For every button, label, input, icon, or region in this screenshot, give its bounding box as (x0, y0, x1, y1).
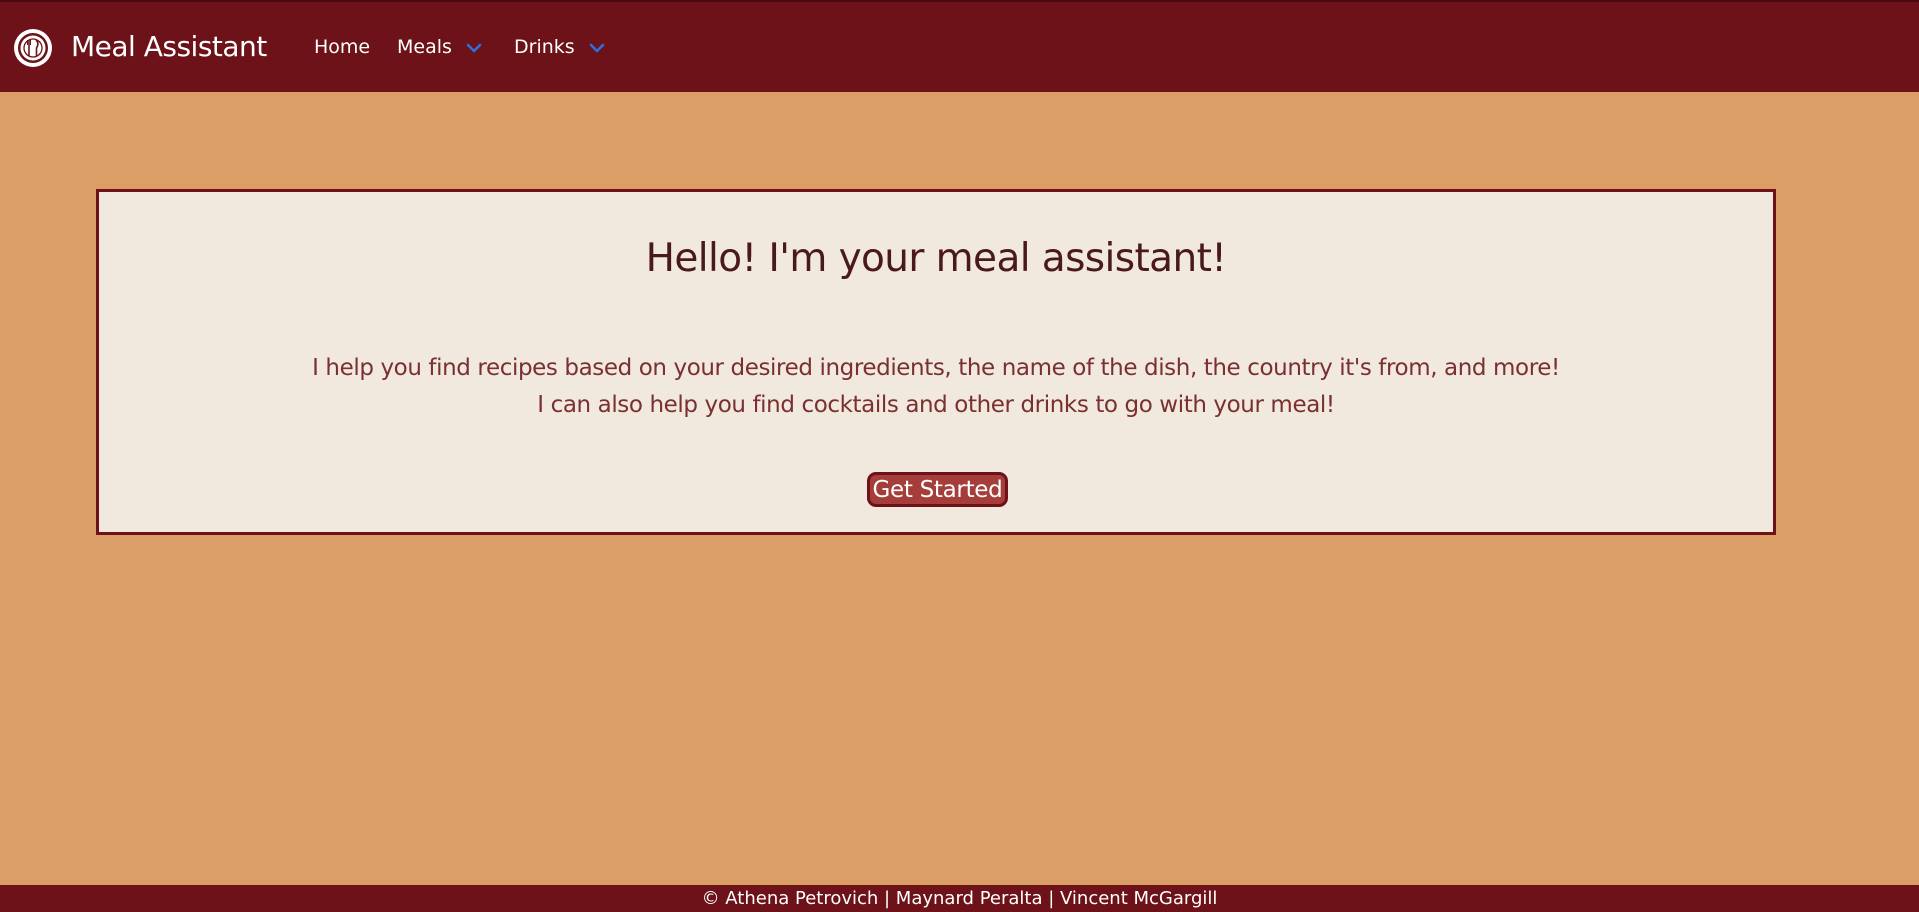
chevron-down-icon (589, 43, 605, 53)
chevron-down-icon (466, 43, 482, 53)
nav-home-label: Home (314, 36, 371, 58)
nav-drinks-dropdown[interactable]: Drinks (514, 36, 605, 58)
welcome-heading: Hello! I'm your meal assistant! (645, 236, 1227, 281)
nav-meals-dropdown[interactable]: Meals (397, 36, 482, 58)
intro-text-recipes: I help you find recipes based on your de… (312, 355, 1560, 381)
welcome-card: Hello! I'm your meal assistant! I help y… (96, 189, 1776, 535)
nav-drinks-label: Drinks (514, 36, 575, 58)
get-started-button[interactable]: Get Started (867, 472, 1008, 507)
footer-credits: © Athena Petrovich | Maynard Peralta | V… (0, 885, 1919, 912)
nav-home[interactable]: Home (314, 36, 370, 58)
fork-knife-plate-icon[interactable] (14, 29, 52, 67)
intro-text-drinks: I can also help you find cocktails and o… (537, 392, 1335, 418)
nav-meals-label: Meals (397, 36, 452, 58)
navbar: Meal Assistant Home Meals Drinks (0, 0, 1919, 92)
brand-title[interactable]: Meal Assistant (71, 30, 267, 63)
